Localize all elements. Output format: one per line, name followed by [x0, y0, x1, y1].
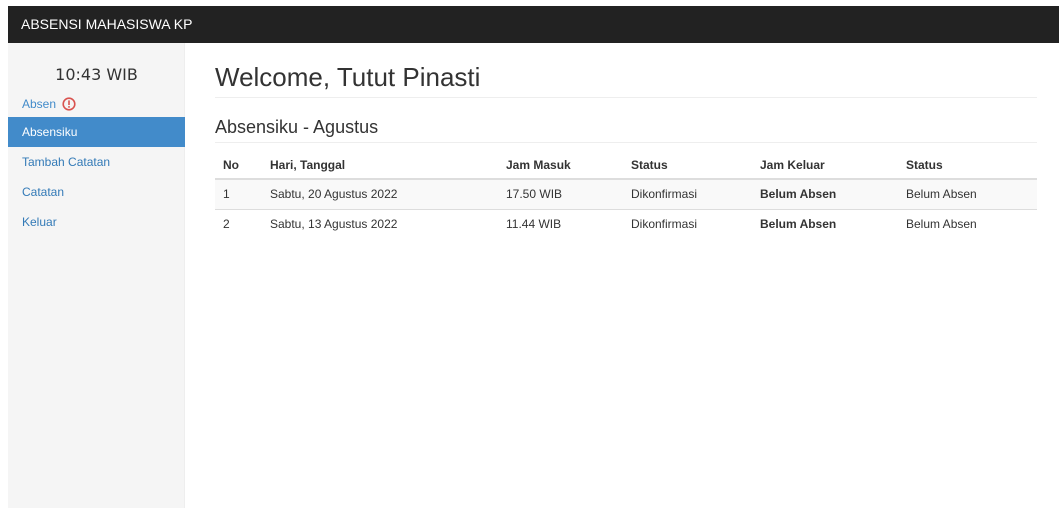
- cell-date: Sabtu, 20 Agustus 2022: [262, 178, 498, 209]
- section-title: Absensiku - Agustus: [215, 117, 379, 137]
- cell-check-in-status: Dikonfirmasi: [623, 178, 752, 209]
- column-header-check-in-status: Status: [623, 151, 752, 180]
- cell-check-in: 11.44 WIB: [498, 208, 623, 239]
- cell-check-out: Belum Absen: [752, 208, 898, 239]
- column-header-check-out: Jam Keluar: [752, 151, 898, 180]
- top-navbar: ABSENSI MAHASISWA KP: [8, 6, 1059, 43]
- column-header-no: No: [215, 151, 262, 180]
- cell-check-in: 17.50 WIB: [498, 178, 623, 209]
- cell-no: 2: [215, 208, 262, 239]
- brand-title[interactable]: ABSENSI MAHASISWA KP: [21, 16, 192, 32]
- sidebar-item-label: Catatan: [22, 185, 65, 199]
- table-row: 1 Sabtu, 20 Agustus 2022 17.50 WIB Dikon…: [215, 178, 1037, 209]
- cell-check-in-status: Dikonfirmasi: [623, 208, 752, 239]
- cell-check-out-status: Belum Absen: [898, 208, 1037, 239]
- column-header-check-in: Jam Masuk: [498, 151, 623, 180]
- sidebar-item-catatan[interactable]: Catatan: [8, 177, 185, 207]
- sidebar-item-label: Tambah Catatan: [22, 155, 111, 169]
- sidebar-item-absen[interactable]: Absen: [8, 94, 185, 114]
- cell-check-out-status: Belum Absen: [898, 178, 1037, 209]
- sidebar-item-label: Keluar: [22, 215, 57, 229]
- exclamation-circle-icon: [62, 97, 76, 111]
- clock-display: 10:43 WIB: [55, 65, 138, 84]
- column-header-date: Hari, Tanggal: [262, 151, 498, 180]
- table-header-row: No Hari, Tanggal Jam Masuk Status Jam Ke…: [215, 151, 1037, 180]
- cell-no: 1: [215, 178, 262, 209]
- table-row: 2 Sabtu, 13 Agustus 2022 11.44 WIB Dikon…: [215, 208, 1037, 239]
- attendance-table: No Hari, Tanggal Jam Masuk Status Jam Ke…: [215, 151, 1037, 239]
- sidebar-item-label: Absensiku: [22, 125, 78, 139]
- sidebar-item-tambah-catatan[interactable]: Tambah Catatan: [8, 147, 185, 177]
- divider: [215, 97, 1037, 98]
- sidebar-item-keluar[interactable]: Keluar: [8, 207, 185, 237]
- column-header-check-out-status: Status: [898, 151, 1037, 180]
- sidebar-item-label: Absen: [22, 97, 57, 111]
- app-frame: ABSENSI MAHASISWA KP 10:43 WIB Absen Abs…: [8, 6, 1059, 508]
- cell-date: Sabtu, 13 Agustus 2022: [262, 208, 498, 239]
- sidebar-item-absensiku[interactable]: Absensiku: [8, 117, 185, 147]
- divider: [215, 142, 1037, 143]
- cell-check-out: Belum Absen: [752, 178, 898, 209]
- sidebar: 10:43 WIB Absen Absensiku Tambah Catatan…: [8, 43, 185, 508]
- page-title: Welcome, Tutut Pinasti: [215, 62, 481, 92]
